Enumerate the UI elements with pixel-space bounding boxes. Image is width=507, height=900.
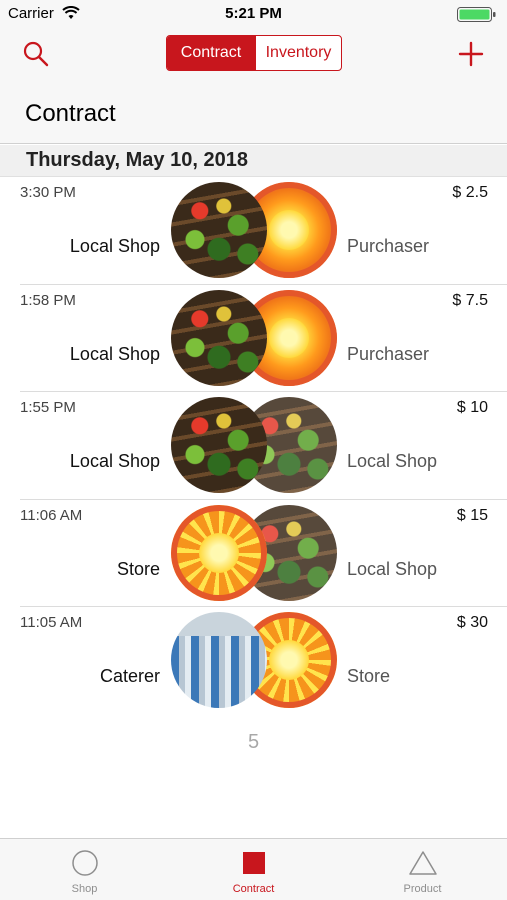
row-to-party: Purchaser bbox=[347, 343, 430, 364]
tab-label: Product bbox=[403, 883, 442, 895]
row-amount: $ 7.5 bbox=[452, 291, 488, 309]
row-from-party: Store bbox=[116, 558, 160, 579]
row-time: 3:30 PM bbox=[20, 184, 76, 201]
tab-contract[interactable]: Contract bbox=[169, 839, 338, 900]
contract-list: 3:30 PM $ 2.5 Local Shop Purchaser 1:58 … bbox=[0, 177, 507, 715]
status-bar: Carrier 5:21 PM bbox=[0, 0, 507, 28]
caterer-avatar bbox=[171, 612, 267, 708]
tab-product[interactable]: Product bbox=[338, 839, 507, 900]
row-time: 11:06 AM bbox=[20, 506, 83, 524]
store-avatar bbox=[171, 504, 267, 601]
contract-row[interactable]: 11:05 AM $ 30 Caterer Store bbox=[0, 607, 507, 715]
row-amount: $ 2.5 bbox=[452, 184, 488, 201]
segment-contract[interactable]: Contract bbox=[167, 36, 255, 70]
status-time: 5:21 PM bbox=[225, 5, 282, 22]
row-time: 11:05 AM bbox=[20, 614, 83, 631]
row-to-party: Store bbox=[347, 666, 391, 686]
battery-icon bbox=[457, 7, 496, 22]
tab-label: Contract bbox=[232, 883, 275, 895]
contract-row[interactable]: 1:58 PM $ 7.5 Local Shop Purchaser bbox=[0, 285, 507, 392]
row-from-party: Local Shop bbox=[69, 451, 160, 471]
row-amount: $ 15 bbox=[456, 506, 488, 524]
triangle-icon bbox=[408, 851, 437, 875]
tab-bar: Shop Contract Product bbox=[0, 838, 507, 900]
local-shop-avatar bbox=[171, 182, 267, 278]
row-amount: $ 30 bbox=[456, 614, 488, 631]
contract-row[interactable]: 3:30 PM $ 2.5 Local Shop Purchaser bbox=[0, 177, 507, 285]
row-amount: $ 10 bbox=[456, 399, 488, 416]
square-icon bbox=[242, 852, 265, 874]
row-from-party: Caterer bbox=[99, 666, 160, 686]
circle-icon bbox=[71, 850, 98, 876]
row-to-party: Local Shop bbox=[347, 451, 438, 471]
plus-icon[interactable] bbox=[457, 40, 485, 68]
contract-row[interactable]: 1:55 PM $ 10 Local Shop Local Shop bbox=[0, 392, 507, 500]
tab-label: Shop bbox=[71, 883, 98, 895]
row-time: 1:58 PM bbox=[20, 291, 76, 309]
search-icon[interactable] bbox=[22, 40, 50, 68]
local-shop-avatar bbox=[171, 289, 267, 386]
section-date: Thursday, May 10, 2018 bbox=[26, 149, 248, 171]
row-to-party: Local Shop bbox=[347, 558, 438, 579]
segmented-control: Contract Inventory bbox=[166, 35, 342, 71]
contract-row[interactable]: 11:06 AM $ 15 Store Local Shop bbox=[0, 500, 507, 607]
row-from-party: Local Shop bbox=[69, 343, 160, 364]
tab-shop[interactable]: Shop bbox=[0, 839, 169, 900]
contract-count: 5 bbox=[247, 731, 260, 753]
navigation-bar: Contract Inventory Contract bbox=[0, 28, 507, 144]
page-title: Contract bbox=[25, 100, 116, 127]
row-from-party: Local Shop bbox=[69, 236, 160, 256]
section-header: Thursday, May 10, 2018 bbox=[0, 145, 507, 177]
local-shop-avatar bbox=[171, 397, 267, 493]
row-to-party: Purchaser bbox=[347, 236, 430, 256]
segment-inventory[interactable]: Inventory bbox=[255, 36, 341, 70]
row-time: 1:55 PM bbox=[20, 399, 76, 416]
